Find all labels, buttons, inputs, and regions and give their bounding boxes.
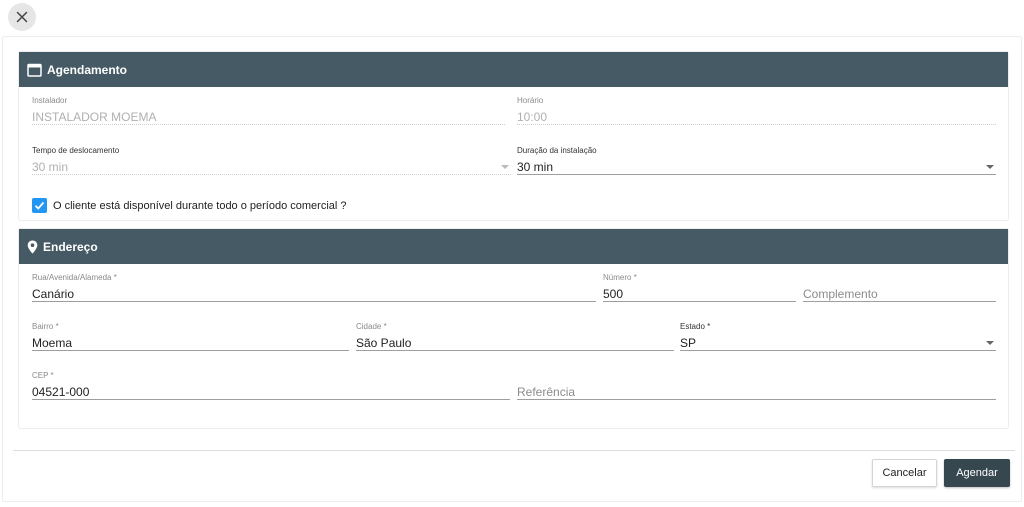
referencia-field[interactable]: Referência [517, 371, 996, 400]
disponivel-checkbox-row[interactable]: O cliente está disponível durante todo o… [32, 198, 347, 213]
referencia-input[interactable]: Referência [517, 384, 996, 400]
instalador-label: Instalador [32, 96, 68, 105]
horario-field: Horário 10:00 [517, 96, 996, 125]
close-icon [16, 11, 28, 23]
numero-input[interactable]: 500 [603, 286, 796, 302]
chevron-down-icon[interactable] [986, 165, 994, 169]
disponivel-checkbox[interactable] [32, 198, 47, 213]
endereco-title: Endereço [43, 239, 98, 254]
duracao-instalacao-select[interactable]: 30 min [517, 159, 996, 175]
cidade-input[interactable]: São Paulo [356, 335, 674, 351]
map-pin-icon [27, 240, 38, 254]
tempo-deslocamento-label: Tempo de deslocamento [32, 146, 120, 155]
rua-input[interactable]: Canário [32, 286, 596, 302]
instalador-field: Instalador INSTALADOR MOEMA [32, 96, 505, 125]
calendar-icon [27, 63, 42, 77]
agendar-button[interactable]: Agendar [944, 459, 1010, 487]
estado-field[interactable]: Estado * SP [680, 322, 996, 351]
bairro-input[interactable]: Moema [32, 335, 349, 351]
duracao-instalacao-field[interactable]: Duração da instalação 30 min [517, 146, 996, 175]
rua-label: Rua/Avenida/Alameda * [32, 273, 117, 282]
tempo-deslocamento-value: 30 min [32, 160, 69, 174]
chevron-down-icon[interactable] [986, 341, 994, 345]
endereco-card: Endereço Rua/Avenida/Alameda * Canário N… [18, 228, 1009, 429]
cidade-field[interactable]: Cidade * São Paulo [356, 322, 674, 351]
check-icon [34, 201, 45, 210]
agendamento-title: Agendamento [47, 62, 128, 77]
duracao-instalacao-label: Duração da instalação [517, 146, 597, 155]
instalador-value: INSTALADOR MOEMA [32, 109, 505, 125]
numero-field[interactable]: Número * 500 [603, 273, 796, 302]
schedule-dialog: Agendamento Instalador INSTALADOR MOEMA … [2, 36, 1022, 502]
complemento-input[interactable]: Complemento [803, 286, 996, 302]
estado-select[interactable]: SP [680, 335, 996, 351]
complemento-field[interactable]: Complemento [803, 273, 996, 302]
cidade-label: Cidade * [356, 322, 387, 331]
bairro-label: Bairro * [32, 322, 59, 331]
cep-label: CEP * [32, 371, 54, 380]
horario-value: 10:00 [517, 109, 996, 125]
complemento-label-spacer [803, 273, 996, 283]
duracao-instalacao-value: 30 min [517, 160, 554, 174]
horario-label: Horário [517, 96, 544, 105]
tempo-deslocamento-select: 30 min [32, 159, 511, 175]
bairro-field[interactable]: Bairro * Moema [32, 322, 349, 351]
chevron-down-icon [501, 165, 509, 169]
agendamento-header: Agendamento [19, 52, 1008, 87]
tempo-deslocamento-field: Tempo de deslocamento 30 min [32, 146, 511, 175]
cep-field[interactable]: CEP * 04521-000 [32, 371, 510, 400]
endereco-header: Endereço [19, 229, 1008, 264]
disponivel-label: O cliente está disponível durante todo o… [53, 199, 347, 212]
estado-label: Estado * [680, 322, 711, 331]
referencia-label-spacer [517, 371, 996, 381]
close-button[interactable] [8, 3, 36, 31]
agendamento-card: Agendamento Instalador INSTALADOR MOEMA … [18, 51, 1009, 221]
estado-value: SP [680, 336, 697, 350]
numero-label: Número * [603, 273, 637, 282]
rua-field[interactable]: Rua/Avenida/Alameda * Canário [32, 273, 596, 302]
footer-divider [13, 450, 1015, 451]
cep-input[interactable]: 04521-000 [32, 384, 510, 400]
cancel-button[interactable]: Cancelar [872, 459, 937, 487]
